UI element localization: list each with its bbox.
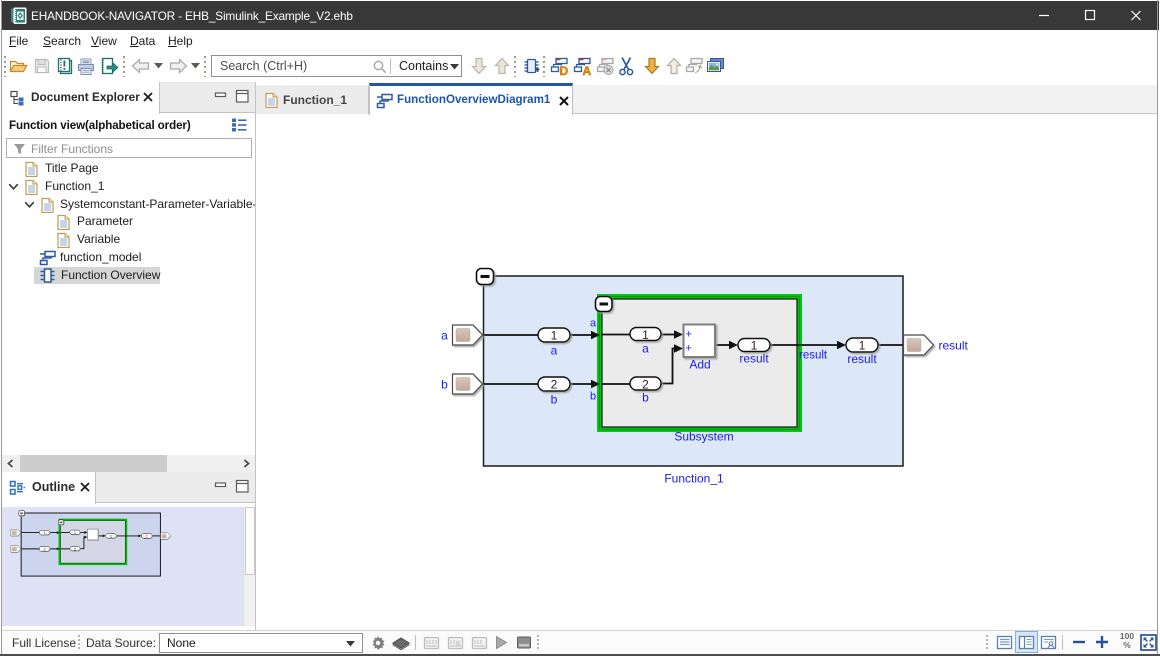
svg-text:A: A bbox=[583, 64, 592, 76]
svg-text:D: D bbox=[560, 64, 569, 76]
